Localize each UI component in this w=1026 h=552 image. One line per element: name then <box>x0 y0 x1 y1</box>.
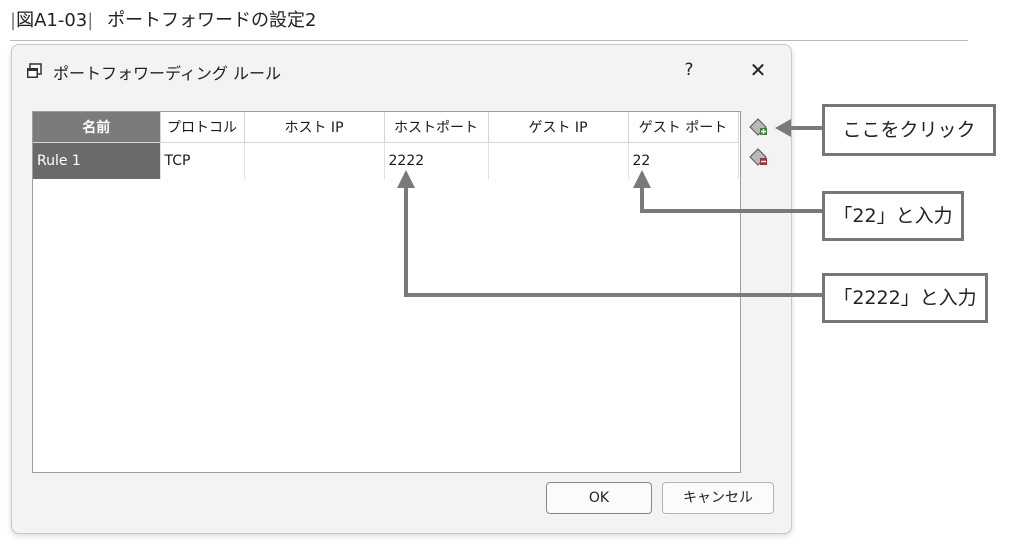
cell-host-port[interactable]: 2222 <box>384 142 489 179</box>
cell-protocol[interactable]: TCP <box>160 142 245 179</box>
ok-button[interactable]: OK <box>546 482 652 514</box>
remove-rule-icon[interactable] <box>748 147 768 167</box>
add-rule-icon[interactable] <box>748 117 768 137</box>
callout-guest-port: 「22」と入力 <box>822 191 964 241</box>
caption-bar: | <box>87 10 94 31</box>
column-header-guest-port[interactable]: ゲスト ポート <box>628 112 739 143</box>
figure-number: 図A1-03 <box>16 10 88 31</box>
cancel-button[interactable]: キャンセル <box>662 482 774 514</box>
cell-name[interactable]: Rule 1 <box>33 142 161 179</box>
rules-table-area[interactable]: 名前 プロトコル ホスト IP ホストポート ゲスト IP ゲスト ポート Ru… <box>32 111 741 473</box>
column-header-protocol[interactable]: プロトコル <box>160 112 245 143</box>
callout-host-port: 「2222」と入力 <box>822 273 988 323</box>
port-forwarding-dialog: ポートフォワーディング ルール ? ✕ 名前 プロトコル ホスト IP ホストポ… <box>11 44 792 534</box>
table-row[interactable]: Rule 1 TCP 2222 22 <box>33 142 739 179</box>
figure-title: ポートフォワードの設定2 <box>107 10 317 31</box>
column-header-host-port[interactable]: ホストポート <box>384 112 489 143</box>
dialog-title: ポートフォワーディング ルール <box>53 64 281 83</box>
figure-caption: |図A1-03| ポートフォワードの設定2 <box>10 6 317 32</box>
cell-host-ip[interactable] <box>244 142 385 179</box>
cell-guest-port[interactable]: 22 <box>628 142 739 179</box>
table-header-row: 名前 プロトコル ホスト IP ホストポート ゲスト IP ゲスト ポート <box>33 112 739 143</box>
column-header-host-ip[interactable]: ホスト IP <box>244 112 385 143</box>
column-header-guest-ip[interactable]: ゲスト IP <box>488 112 629 143</box>
help-button[interactable]: ? <box>676 57 702 83</box>
caption-divider <box>10 40 968 41</box>
column-header-name[interactable]: 名前 <box>33 112 161 143</box>
cell-guest-ip[interactable] <box>488 142 629 179</box>
callout-click-here: ここをクリック <box>822 104 996 156</box>
close-button[interactable]: ✕ <box>745 57 771 83</box>
window-icon <box>27 63 42 78</box>
rules-table: 名前 プロトコル ホスト IP ホストポート ゲスト IP ゲスト ポート Ru… <box>33 112 739 179</box>
